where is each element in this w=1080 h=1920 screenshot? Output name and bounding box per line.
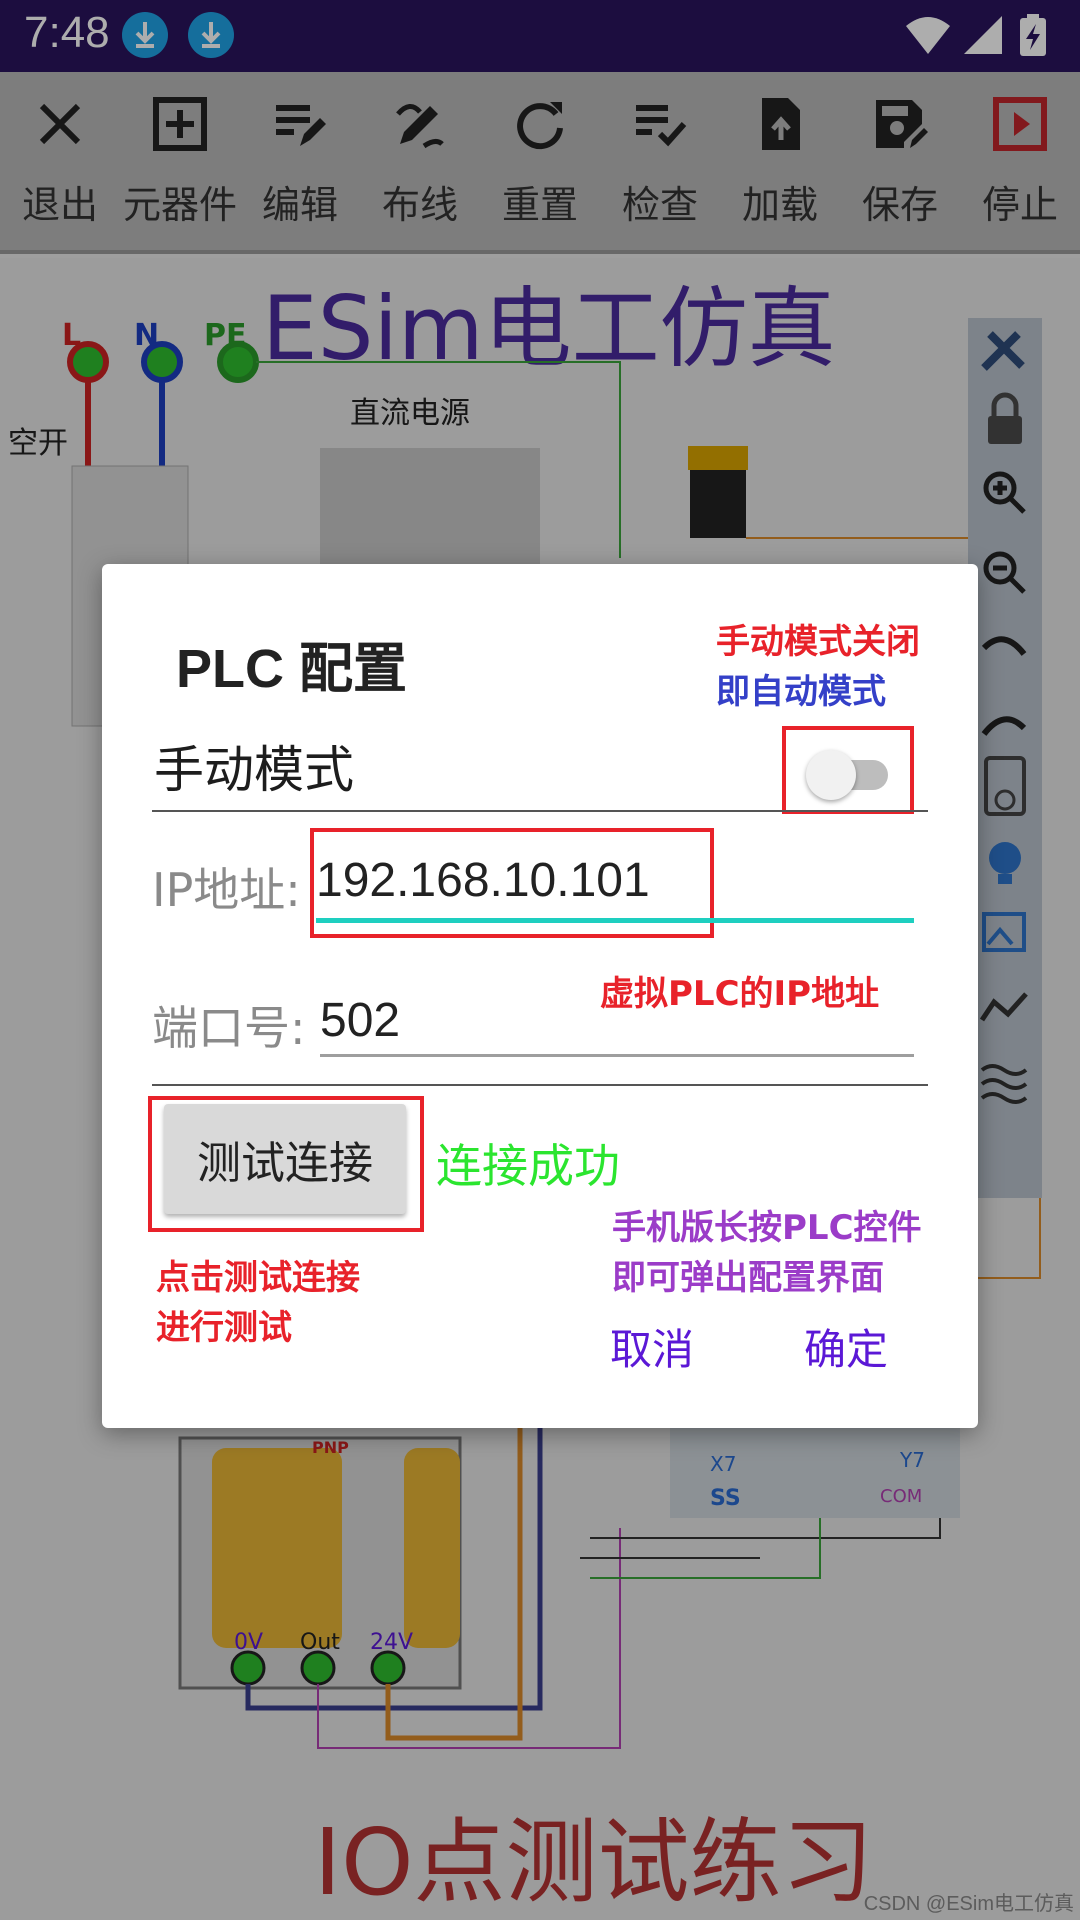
annotation-click-test-2: 进行测试 bbox=[156, 1308, 292, 1348]
port-input-underline bbox=[320, 1054, 914, 1057]
divider bbox=[152, 810, 928, 812]
plc-config-dialog: PLC 配置 手动模式关闭 即自动模式 手动模式 IP地址: 虚拟PLC的IP地… bbox=[102, 564, 978, 1428]
ip-label: IP地址: bbox=[152, 863, 301, 917]
annotation-manual-off: 手动模式关闭 bbox=[716, 622, 920, 662]
connection-status: 连接成功 bbox=[436, 1139, 620, 1193]
ip-input-underline bbox=[316, 918, 914, 923]
test-connection-button[interactable]: 测试连接 bbox=[164, 1104, 406, 1214]
manual-mode-label: 手动模式 bbox=[154, 741, 354, 799]
cancel-button[interactable]: 取消 bbox=[610, 1316, 694, 1377]
confirm-button[interactable]: 确定 bbox=[804, 1316, 888, 1377]
annotation-virtual-ip: 虚拟PLC的IP地址 bbox=[600, 974, 880, 1014]
manual-mode-switch[interactable] bbox=[792, 734, 902, 810]
annotation-click-test-1: 点击测试连接 bbox=[156, 1258, 360, 1298]
annotation-auto-mode: 即自动模式 bbox=[716, 672, 886, 712]
annotation-long-press-2: 即可弹出配置界面 bbox=[612, 1258, 884, 1298]
port-input[interactable] bbox=[320, 988, 620, 1052]
ip-address-input[interactable] bbox=[316, 848, 706, 912]
annotation-long-press-1: 手机版长按PLC控件 bbox=[612, 1208, 922, 1248]
divider bbox=[152, 1084, 928, 1086]
port-label: 端口号: bbox=[152, 1001, 306, 1055]
switch-thumb bbox=[806, 750, 856, 800]
dialog-title: PLC 配置 bbox=[176, 639, 408, 699]
